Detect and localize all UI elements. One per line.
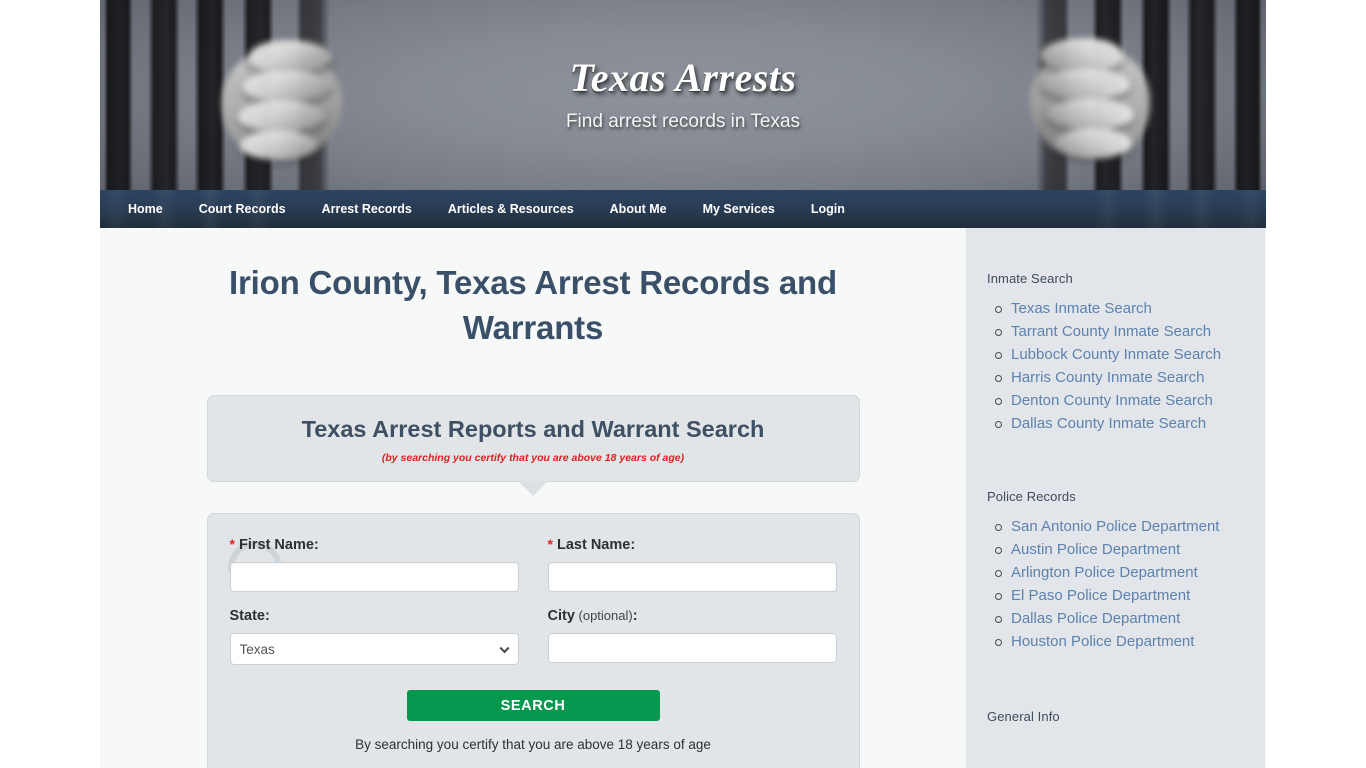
sidebar-link-dallas-police-department[interactable]: Dallas Police Department	[1011, 610, 1180, 627]
page-root: Texas Arrests Find arrest records in Tex…	[0, 0, 1366, 768]
search-header-bubble-wrap: Texas Arrest Reports and Warrant Search …	[206, 395, 860, 497]
first-name-input[interactable]	[229, 562, 519, 593]
sidebar-widget-title: General Info	[987, 709, 1060, 724]
form-field-grid: * First Name: * Last Name: State: Texas …	[229, 536, 837, 681]
required-asterisk-icon: *	[547, 536, 553, 553]
first-name-label-text: First Name:	[238, 537, 319, 554]
sidebar-link-houston-police-department[interactable]: Houston Police Department	[1011, 633, 1194, 650]
list-item: Austin Police Department	[995, 541, 1245, 559]
state-select[interactable]: Texas	[229, 633, 519, 666]
sidebar-link-lubbock-county-inmate-search[interactable]: Lubbock County Inmate Search	[1011, 346, 1221, 363]
list-item: San Antonio Police Department	[995, 518, 1245, 536]
list-item: Denton County Inmate Search	[995, 392, 1245, 410]
sidebar-link-denton-county-inmate-search[interactable]: Denton County Inmate Search	[1011, 392, 1213, 409]
city-field-group: City (optional):	[547, 608, 837, 665]
sidebar-widget-general-info: General Info	[967, 656, 1265, 724]
site-wrapper: Texas Arrests Find arrest records in Tex…	[100, 0, 1266, 768]
sidebar-link-list: San Antonio Police Department Austin Pol…	[987, 518, 1245, 651]
site-header-banner: Texas Arrests Find arrest records in Tex…	[100, 0, 1266, 190]
sidebar-link-san-antonio-police-department[interactable]: San Antonio Police Department	[1011, 518, 1219, 535]
sidebar-link-austin-police-department[interactable]: Austin Police Department	[1011, 541, 1180, 558]
sidebar-link-harris-county-inmate-search[interactable]: Harris County Inmate Search	[1011, 369, 1204, 386]
nav-item-court-records[interactable]: Court Records	[181, 190, 304, 228]
first-name-field-group: * First Name:	[229, 536, 519, 593]
sidebar-widget-inmate-search: Inmate Search Texas Inmate Search Tarran…	[967, 228, 1265, 433]
search-header-disclaimer: (by searching you certify that you are a…	[381, 452, 685, 465]
site-title: Texas Arrests	[569, 55, 797, 100]
list-item: Texas Inmate Search	[995, 300, 1245, 318]
site-tagline: Find arrest records in Texas	[565, 111, 801, 132]
sidebar-widget-title: Police Records	[987, 489, 1076, 504]
banner-text-block: Texas Arrests Find arrest records in Tex…	[100, 0, 1266, 133]
last-name-label: * Last Name:	[548, 536, 837, 553]
state-select-wrap: Texas	[229, 633, 519, 666]
nav-item-my-services[interactable]: My Services	[685, 190, 793, 228]
list-item: Houston Police Department	[995, 633, 1245, 651]
bubble-pointer-icon	[518, 481, 548, 497]
nav-item-home[interactable]: Home	[110, 190, 181, 228]
sidebar-link-texas-inmate-search[interactable]: Texas Inmate Search	[1011, 300, 1152, 317]
sidebar-link-dallas-county-inmate-search[interactable]: Dallas County Inmate Search	[1011, 415, 1206, 432]
search-header-bubble: Texas Arrest Reports and Warrant Search …	[206, 395, 860, 483]
page-title: Irion County, Texas Arrest Records and W…	[229, 264, 837, 346]
main-content: Irion County, Texas Arrest Records and W…	[100, 228, 967, 768]
sidebar-link-arlington-police-department[interactable]: Arlington Police Department	[1011, 564, 1198, 581]
city-input[interactable]	[547, 633, 837, 664]
list-item: Dallas County Inmate Search	[995, 415, 1245, 433]
list-item: El Paso Police Department	[995, 587, 1245, 605]
list-item: Tarrant County Inmate Search	[995, 323, 1245, 341]
list-item: Dallas Police Department	[995, 610, 1245, 628]
last-name-field-group: * Last Name:	[547, 536, 837, 593]
last-name-input[interactable]	[547, 562, 837, 593]
city-label-suffix: :	[632, 608, 638, 625]
required-asterisk-icon: *	[229, 536, 235, 553]
list-item: Lubbock County Inmate Search	[995, 346, 1245, 364]
sidebar-link-tarrant-county-inmate-search[interactable]: Tarrant County Inmate Search	[1011, 323, 1211, 340]
arrest-search-form: * First Name: * Last Name: State: Texas …	[206, 513, 860, 768]
city-label: City (optional):	[548, 608, 837, 624]
body-row: Irion County, Texas Arrest Records and W…	[100, 228, 1266, 768]
sidebar-link-el-paso-police-department[interactable]: El Paso Police Department	[1011, 587, 1190, 604]
search-header-heading: Texas Arrest Reports and Warrant Search	[301, 416, 765, 443]
sidebar-link-list: Texas Inmate Search Tarrant County Inmat…	[987, 300, 1245, 433]
last-name-label-text: Last Name:	[556, 537, 636, 554]
list-item: Arlington Police Department	[995, 564, 1245, 582]
city-optional-text: (optional)	[574, 608, 633, 624]
sidebar-widget-police-records: Police Records San Antonio Police Depart…	[967, 438, 1265, 651]
city-label-text: City	[547, 608, 575, 625]
first-name-label: * First Name:	[230, 536, 519, 553]
certify-note: By searching you certify that you are ab…	[355, 737, 711, 753]
state-label: State:	[229, 608, 270, 625]
nav-item-about-me[interactable]: About Me	[592, 190, 685, 228]
state-field-group: State: Texas	[229, 608, 519, 666]
search-button[interactable]: SEARCH	[406, 690, 660, 722]
main-navigation: Home Court Records Arrest Records Articl…	[100, 190, 1266, 228]
list-item: Harris County Inmate Search	[995, 369, 1245, 387]
nav-item-articles-resources[interactable]: Articles & Resources	[430, 190, 592, 228]
nav-item-login[interactable]: Login	[793, 190, 863, 228]
sidebar-widget-title: Inmate Search	[987, 271, 1073, 286]
submit-row: SEARCH	[230, 690, 837, 722]
nav-item-arrest-records[interactable]: Arrest Records	[304, 190, 430, 228]
sidebar: Inmate Search Texas Inmate Search Tarran…	[967, 228, 1265, 768]
